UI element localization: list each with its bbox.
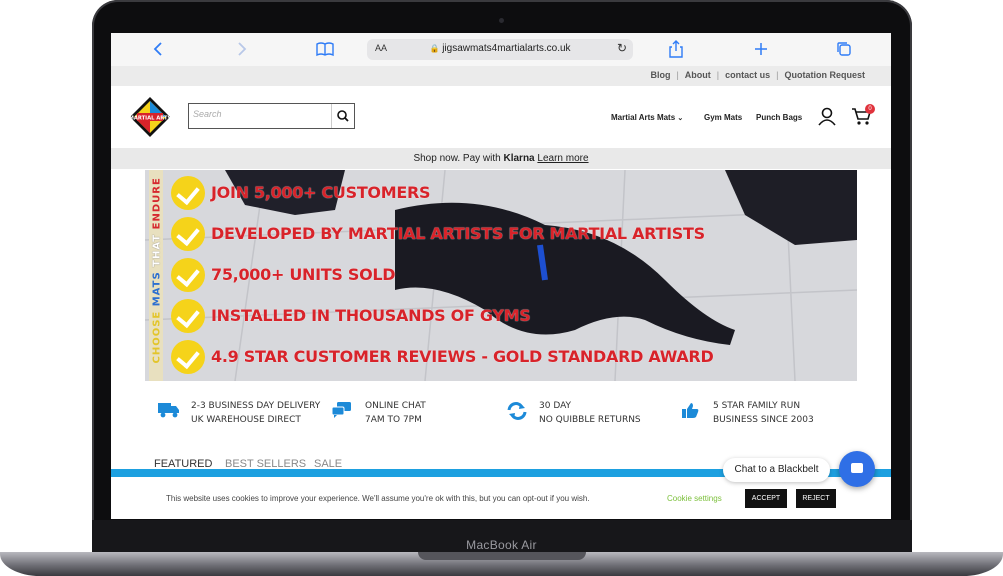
link-blog[interactable]: Blog <box>650 70 670 80</box>
chevron-left-icon[interactable] <box>153 39 163 65</box>
lock-icon: 🔒 <box>429 44 440 53</box>
site-logo[interactable]: MARTIAL ARTS <box>129 96 172 138</box>
chat-icon <box>851 463 863 473</box>
share-icon[interactable] <box>669 39 683 65</box>
hero-banner[interactable]: CHOOSE MATS THAT ENDURE JOIN 5,000+ CUST… <box>145 170 857 381</box>
search-box: Search <box>188 103 355 129</box>
separator: | <box>716 70 720 80</box>
plus-icon[interactable] <box>754 39 768 65</box>
book-icon[interactable] <box>316 39 334 65</box>
tabs-icon[interactable] <box>836 39 852 65</box>
search-button[interactable] <box>331 104 354 128</box>
cookie-banner: This website uses cookies to improve you… <box>111 477 891 519</box>
chat-icon <box>331 401 355 424</box>
klarna-brand: Klarna <box>503 153 535 164</box>
nav-punch-bags[interactable]: Punch Bags <box>756 113 802 122</box>
check-icon <box>171 299 205 333</box>
separator: | <box>676 70 679 80</box>
separator: | <box>776 70 779 80</box>
cookie-settings-link[interactable]: Cookie settings <box>667 494 722 503</box>
truck-icon <box>157 401 181 424</box>
accept-button[interactable]: ACCEPT <box>745 489 787 508</box>
search-icon <box>337 110 349 122</box>
chevron-down-icon: ⌄ <box>677 115 684 122</box>
link-quotation[interactable]: Quotation Request <box>785 70 866 80</box>
cart-count-badge: 0 <box>865 104 875 114</box>
site-header: MARTIAL ARTS Search Martial Arts Mats ⌄ … <box>111 86 891 148</box>
check-icon <box>171 258 205 292</box>
cookie-message: This website uses cookies to improve you… <box>166 494 590 503</box>
user-icon[interactable] <box>817 106 837 126</box>
reload-icon[interactable]: ↻ <box>617 41 627 55</box>
screen: AA 🔒 jigsawmats4martialarts.co.uk ↻ Blog… <box>111 33 891 519</box>
chat-prompt[interactable]: Chat to a Blackbelt <box>723 458 830 482</box>
laptop-notch <box>418 552 586 560</box>
banner-vertical-slogan: CHOOSE MATS THAT ENDURE <box>149 170 163 381</box>
check-icon <box>171 217 205 251</box>
check-icon <box>171 176 205 210</box>
top-links-bar: Blog | About | contact us | Quotation Request <box>111 66 891 86</box>
refresh-icon <box>505 401 529 426</box>
nav-gym-mats[interactable]: Gym Mats <box>704 113 742 122</box>
url-bar[interactable]: AA 🔒 jigsawmats4martialarts.co.uk ↻ <box>367 39 633 60</box>
link-about[interactable]: About <box>685 70 711 80</box>
reject-button[interactable]: REJECT <box>796 489 836 508</box>
klarna-learn-more-link[interactable]: Learn more <box>537 153 588 164</box>
search-input[interactable]: Search <box>193 109 222 119</box>
url-text: jigsawmats4martialarts.co.uk <box>442 43 571 54</box>
laptop-model-label: MacBook Air <box>466 538 537 552</box>
svg-text:MARTIAL ARTS: MARTIAL ARTS <box>129 116 171 122</box>
chat-launcher-button[interactable] <box>839 451 875 487</box>
klarna-banner: Shop now. Pay with Klarna Learn more <box>111 148 891 169</box>
nav-martial-arts-mats[interactable]: Martial Arts Mats ⌄ <box>611 113 683 122</box>
thumbs-up-icon <box>679 401 703 426</box>
camera <box>499 18 504 23</box>
chevron-right-icon[interactable] <box>237 39 247 65</box>
link-contact[interactable]: contact us <box>725 70 770 80</box>
check-icon <box>171 340 205 374</box>
browser-toolbar: AA 🔒 jigsawmats4martialarts.co.uk ↻ <box>111 33 891 67</box>
